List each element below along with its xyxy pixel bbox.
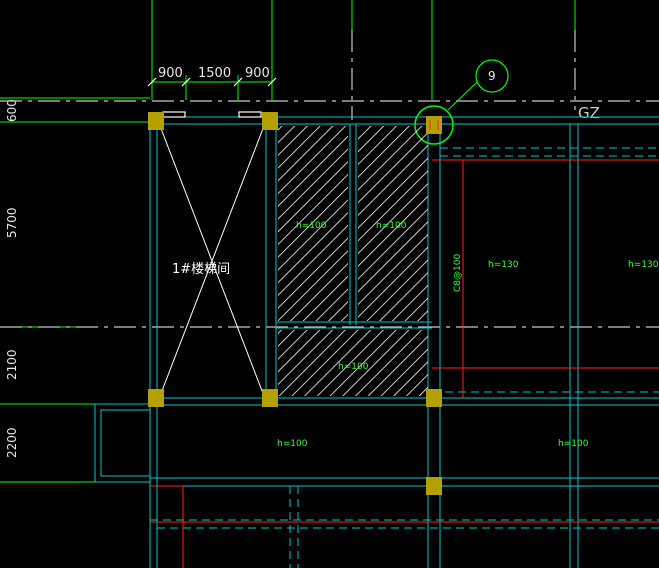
- column-3: [426, 116, 442, 134]
- top-openings: [162, 111, 262, 118]
- slab-label-1: h=100: [296, 221, 327, 231]
- grid-bubble: 9: [447, 59, 509, 111]
- column-6: [426, 389, 442, 407]
- dim-left-3: 2100: [5, 349, 19, 380]
- hatched-slabs: [278, 126, 428, 396]
- stair-shaft-cross: [159, 125, 265, 397]
- slab-label-3: h=100: [338, 362, 369, 372]
- dim-top-1: 900: [158, 66, 183, 81]
- grid-bubble-number: 9: [488, 69, 496, 83]
- column-2: [262, 112, 278, 130]
- slab-label-4: h=130: [488, 260, 519, 270]
- dim-left-4: 2200: [5, 427, 19, 458]
- beam-label: C8@100: [453, 254, 463, 292]
- cad-drawing: 900 1500 900 600 5700 2100 2200 9 GZ 1#楼…: [0, 0, 659, 568]
- column-tag: GZ: [578, 104, 600, 122]
- top-reference-lines: [151, 0, 576, 100]
- slab-label-5: h=130: [628, 260, 659, 270]
- dim-left-1: 600: [5, 99, 19, 122]
- slab-label-2: h=100: [376, 221, 407, 231]
- column-1: [148, 112, 164, 130]
- left-dimension-lines: [0, 97, 150, 483]
- column-5: [262, 389, 278, 407]
- stair-shaft-label: 1#楼梯间: [172, 262, 230, 277]
- dim-top-3: 900: [245, 66, 270, 81]
- column-7: [426, 477, 442, 495]
- slab-label-7: h=100: [558, 439, 589, 449]
- slab-label-6: h=100: [277, 439, 308, 449]
- dim-left-2: 5700: [5, 207, 19, 238]
- dim-top-2: 1500: [198, 66, 231, 81]
- column-4: [148, 389, 164, 407]
